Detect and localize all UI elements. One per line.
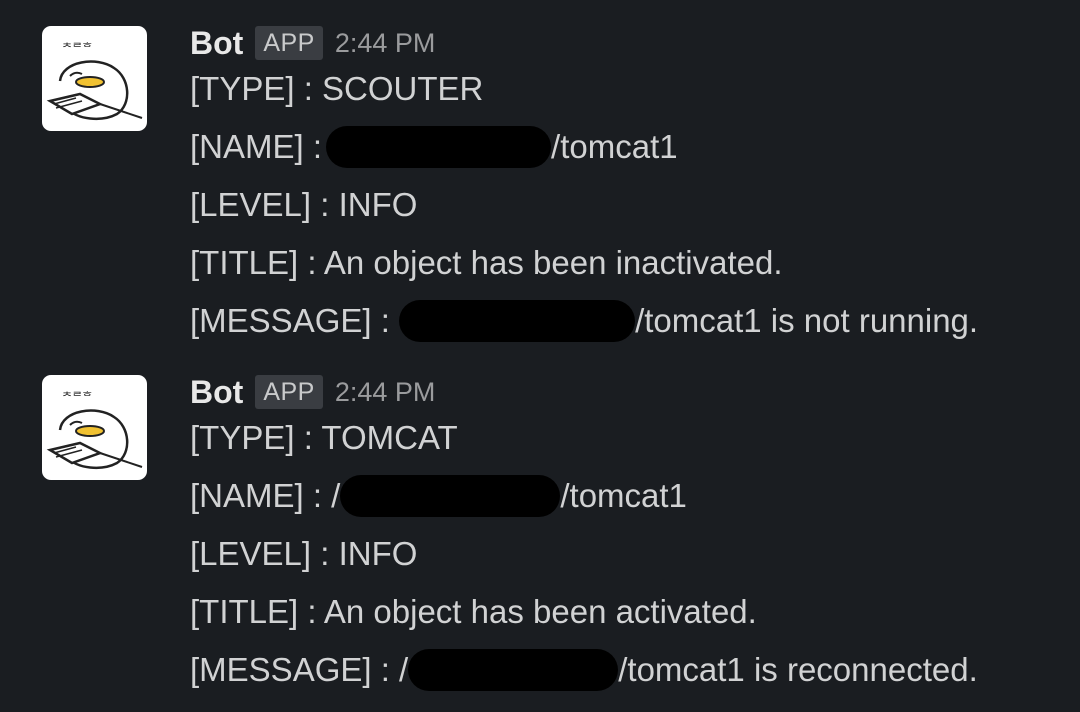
- svg-text:ᄎᄅᄒ: ᄎᄅᄒ: [62, 41, 92, 54]
- name-line: [NAME] : / /tomcat1: [190, 473, 978, 531]
- title-line: [TITLE] : An object has been activated.: [190, 593, 757, 630]
- name-suffix: /tomcat1: [551, 128, 678, 165]
- name-line: [NAME] : /tomcat1: [190, 124, 978, 182]
- bot-avatar[interactable]: ᄎᄅᄒ: [42, 26, 147, 131]
- redacted-block: [408, 649, 619, 692]
- name-suffix: /tomcat1: [560, 477, 687, 514]
- bot-avatar[interactable]: ᄎᄅᄒ: [42, 375, 147, 480]
- level-line: [LEVEL] : INFO: [190, 186, 418, 223]
- name-prefix: [NAME] :: [190, 128, 323, 165]
- app-badge: APP: [255, 26, 323, 60]
- type-line: [TYPE] : SCOUTER: [190, 70, 484, 107]
- type-line: [TYPE] : TOMCAT: [190, 419, 458, 456]
- redacted-block: [326, 126, 552, 169]
- redacted-block: [340, 475, 561, 518]
- title-line: [TITLE] : An object has been inactivated…: [190, 244, 783, 281]
- message-body: [TYPE] : SCOUTER [NAME] : /tomcat1 [LEVEL…: [190, 66, 978, 356]
- message-line: [MESSAGE] : / /tomcat1 is reconnected.: [190, 647, 978, 705]
- message-line: [MESSAGE] : /tomcat1 is not running.: [190, 298, 978, 356]
- message-suffix: /tomcat1 is reconnected.: [618, 651, 978, 688]
- message-body: [TYPE] : TOMCAT [NAME] : / /tomcat1 [LEVE…: [190, 415, 978, 705]
- timestamp[interactable]: 2:44 PM: [335, 28, 436, 59]
- message-prefix: [MESSAGE] :: [190, 302, 390, 339]
- sender-name[interactable]: Bot: [190, 25, 243, 62]
- message-suffix: /tomcat1 is not running.: [635, 302, 979, 339]
- level-line: [LEVEL] : INFO: [190, 535, 418, 572]
- sender-name[interactable]: Bot: [190, 374, 243, 411]
- cartoon-bot-avatar-icon: ᄎᄅᄒ: [46, 390, 143, 470]
- cartoon-bot-avatar-icon: ᄎᄅᄒ: [46, 41, 143, 121]
- redacted-block: [399, 300, 636, 343]
- message-prefix: [MESSAGE] : /: [190, 651, 409, 688]
- message-header: Bot APP 2:44 PM: [190, 22, 435, 64]
- app-badge: APP: [255, 375, 323, 409]
- name-prefix: [NAME] : /: [190, 477, 341, 514]
- message-header: Bot APP 2:44 PM: [190, 371, 435, 413]
- timestamp[interactable]: 2:44 PM: [335, 377, 436, 408]
- svg-text:ᄎᄅᄒ: ᄎᄅᄒ: [62, 390, 92, 403]
